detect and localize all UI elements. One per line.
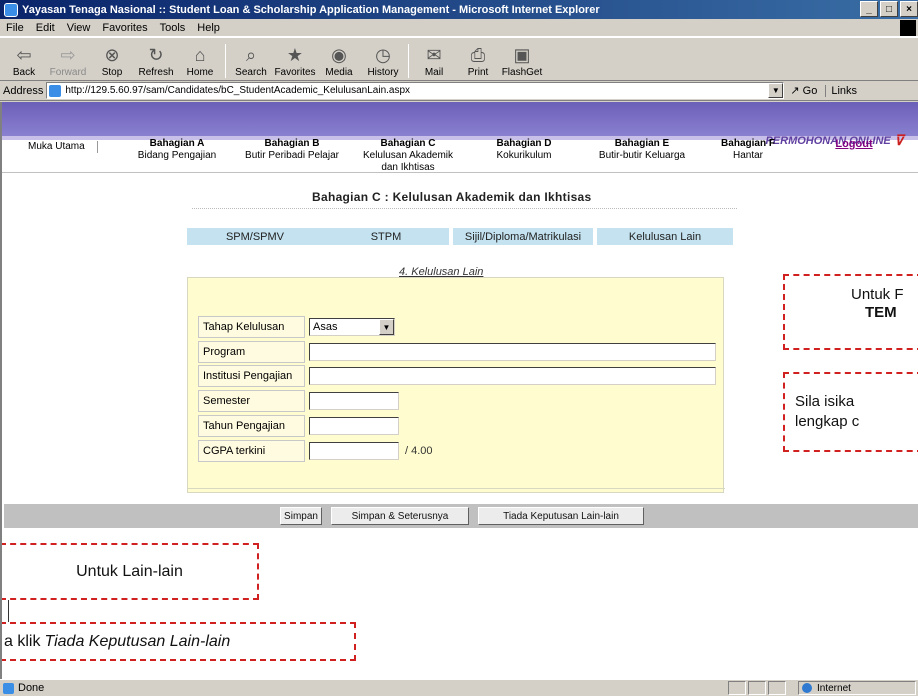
search-button[interactable]: ⌕ Search bbox=[229, 43, 273, 80]
form-row-tahap: Tahap Kelulusan Asas ▼ bbox=[198, 316, 718, 338]
ie-icon bbox=[4, 2, 18, 17]
refresh-icon: ↻ bbox=[148, 45, 164, 65]
internet-zone: Internet bbox=[798, 681, 916, 695]
window-titlebar: Yayasan Tenaga Nasional :: Student Loan … bbox=[0, 0, 918, 19]
mail-button[interactable]: ✉ Mail bbox=[412, 43, 456, 80]
back-button[interactable]: ⇦ Back bbox=[2, 43, 46, 80]
page-icon bbox=[49, 84, 62, 97]
menu-file[interactable]: File bbox=[0, 22, 30, 34]
cgpa-input[interactable] bbox=[309, 442, 399, 460]
tab-stpm[interactable]: STPM bbox=[323, 228, 449, 245]
forward-arrow-icon: ⇨ bbox=[60, 45, 76, 65]
window-title: Yayasan Tenaga Nasional :: Student Loan … bbox=[22, 3, 600, 16]
print-icon: ⎙ bbox=[470, 45, 486, 65]
mail-icon: ✉ bbox=[426, 45, 442, 65]
cgpa-label: CGPA terkini bbox=[198, 440, 305, 462]
nav-bahagian-c[interactable]: Bahagian C Kelulusan Akademik dan Ikhtis… bbox=[358, 138, 458, 174]
kelulusan-lain-form: Tahap Kelulusan Asas ▼ Program Institusi… bbox=[187, 277, 725, 493]
header-banner bbox=[2, 102, 918, 136]
nav-bahagian-f[interactable]: Bahagian F Hantar bbox=[718, 138, 778, 162]
tahap-select[interactable]: Asas ▼ bbox=[309, 318, 395, 336]
refresh-button[interactable]: ↻ Refresh bbox=[134, 43, 178, 80]
flashget-button[interactable]: ▣ FlashGet bbox=[500, 43, 544, 80]
page-content: PERMOHONAN ONLINE ⊽ Muka Utama Bahagian … bbox=[0, 102, 918, 679]
links-button[interactable]: Links bbox=[825, 84, 857, 97]
form-row-program: Program bbox=[198, 341, 718, 363]
form-row-cgpa: CGPA terkini / 4.00 bbox=[198, 440, 718, 462]
search-icon: ⌕ bbox=[245, 45, 257, 65]
nav-bahagian-b[interactable]: Bahagian B Butir Peribadi Pelajar bbox=[237, 138, 347, 162]
nav-bahagian-a[interactable]: Bahagian A Bidang Pengajian bbox=[137, 138, 217, 162]
page-title: Bahagian C : Kelulusan Akademik dan Ikht… bbox=[312, 190, 592, 204]
media-icon: ◉ bbox=[331, 45, 347, 65]
flashget-icon: ▣ bbox=[513, 45, 531, 65]
callout-untuk-lain-lain: Untuk Lain-lain bbox=[2, 543, 259, 600]
history-icon: ◷ bbox=[375, 45, 391, 65]
institusi-input[interactable] bbox=[309, 367, 716, 385]
menu-edit[interactable]: Edit bbox=[30, 22, 61, 34]
semester-label: Semester bbox=[198, 390, 305, 412]
callout-sila: Sila isika lengkap c bbox=[783, 372, 918, 452]
address-input[interactable]: http://129.5.60.97/sam/Candidates/bC_Stu… bbox=[46, 82, 785, 99]
callout-tiada-keputusan: a klik Tiada Keputusan Lain-lain bbox=[2, 622, 356, 661]
tiada-keputusan-button[interactable]: Tiada Keputusan Lain-lain bbox=[478, 507, 644, 525]
nav-muka-utama[interactable]: Muka Utama bbox=[28, 141, 98, 153]
go-button[interactable]: ↗ Go bbox=[790, 84, 817, 97]
cgpa-scale: / 4.00 bbox=[405, 445, 433, 457]
qualification-tabs: SPM/SPMV STPM Sijil/Diploma/Matrikulasi … bbox=[187, 228, 733, 245]
tahun-input[interactable] bbox=[309, 417, 399, 435]
address-label: Address bbox=[3, 84, 44, 97]
callout-untuk: Untuk F TEM bbox=[783, 274, 918, 350]
history-button[interactable]: ◷ History bbox=[361, 43, 405, 80]
nav-bahagian-d[interactable]: Bahagian D Kokurikulum bbox=[484, 138, 564, 162]
program-label: Program bbox=[198, 341, 305, 363]
back-arrow-icon: ⇦ bbox=[16, 45, 32, 65]
forward-button[interactable]: ⇨ Forward bbox=[46, 43, 90, 80]
menu-bar: File Edit View Favorites Tools Help bbox=[0, 19, 918, 37]
tab-sijil-diploma[interactable]: Sijil/Diploma/Matrikulasi bbox=[453, 228, 593, 245]
maximize-button[interactable]: □ bbox=[880, 1, 898, 17]
stop-icon: ⊗ bbox=[104, 45, 120, 65]
menu-help[interactable]: Help bbox=[191, 22, 226, 34]
logout-link[interactable]: Logout bbox=[824, 138, 884, 150]
program-input[interactable] bbox=[309, 343, 716, 361]
minimize-button[interactable]: _ bbox=[860, 1, 878, 17]
menu-tools[interactable]: Tools bbox=[154, 22, 192, 34]
menu-view[interactable]: View bbox=[61, 22, 97, 34]
chevron-down-icon: ▼ bbox=[379, 319, 394, 335]
tab-spm-spmv[interactable]: SPM/SPMV bbox=[187, 228, 323, 245]
address-dropdown-icon[interactable]: ▼ bbox=[768, 83, 784, 98]
browser-toolbar: ⇦ Back ⇨ Forward ⊗ Stop ↻ Refresh ⌂ Home ⌕ Sea… bbox=[0, 37, 918, 81]
address-bar: Address http://129.5.60.97/sam/Candidate… bbox=[0, 81, 918, 101]
simpan-button[interactable]: Simpan bbox=[280, 507, 322, 525]
simpan-seterusnya-button[interactable]: Simpan & Seterusnya bbox=[331, 507, 469, 525]
menu-favorites[interactable]: Favorites bbox=[96, 22, 153, 34]
institusi-label: Institusi Pengajian bbox=[198, 365, 305, 387]
favorites-icon: ★ bbox=[286, 45, 304, 65]
form-row-semester: Semester bbox=[198, 390, 718, 412]
status-text: Done bbox=[0, 682, 44, 694]
address-url: http://129.5.60.97/sam/Candidates/bC_Stu… bbox=[65, 85, 411, 96]
print-button[interactable]: ⎙ Print bbox=[456, 43, 500, 80]
home-button[interactable]: ⌂ Home bbox=[178, 43, 222, 80]
close-button[interactable]: × bbox=[900, 1, 918, 17]
form-row-institusi: Institusi Pengajian bbox=[198, 365, 718, 387]
status-bar: Done Internet bbox=[0, 679, 918, 696]
favorites-button[interactable]: ★ Favorites bbox=[273, 43, 317, 80]
tahap-label: Tahap Kelulusan bbox=[198, 316, 305, 338]
stop-button[interactable]: ⊗ Stop bbox=[90, 43, 134, 80]
section-nav: Muka Utama Bahagian A Bidang Pengajian B… bbox=[2, 138, 918, 174]
action-bar: Simpan Simpan & Seterusnya Tiada Keputus… bbox=[4, 504, 918, 528]
media-button[interactable]: ◉ Media bbox=[317, 43, 361, 80]
home-icon: ⌂ bbox=[194, 45, 206, 65]
tab-kelulusan-lain[interactable]: Kelulusan Lain bbox=[597, 228, 733, 245]
windows-logo-icon bbox=[900, 20, 916, 36]
form-row-tahun: Tahun Pengajian bbox=[198, 415, 718, 437]
tahun-label: Tahun Pengajian bbox=[198, 415, 305, 437]
nav-bahagian-e[interactable]: Bahagian E Butir-butir Keluarga bbox=[582, 138, 702, 162]
semester-input[interactable] bbox=[309, 392, 399, 410]
